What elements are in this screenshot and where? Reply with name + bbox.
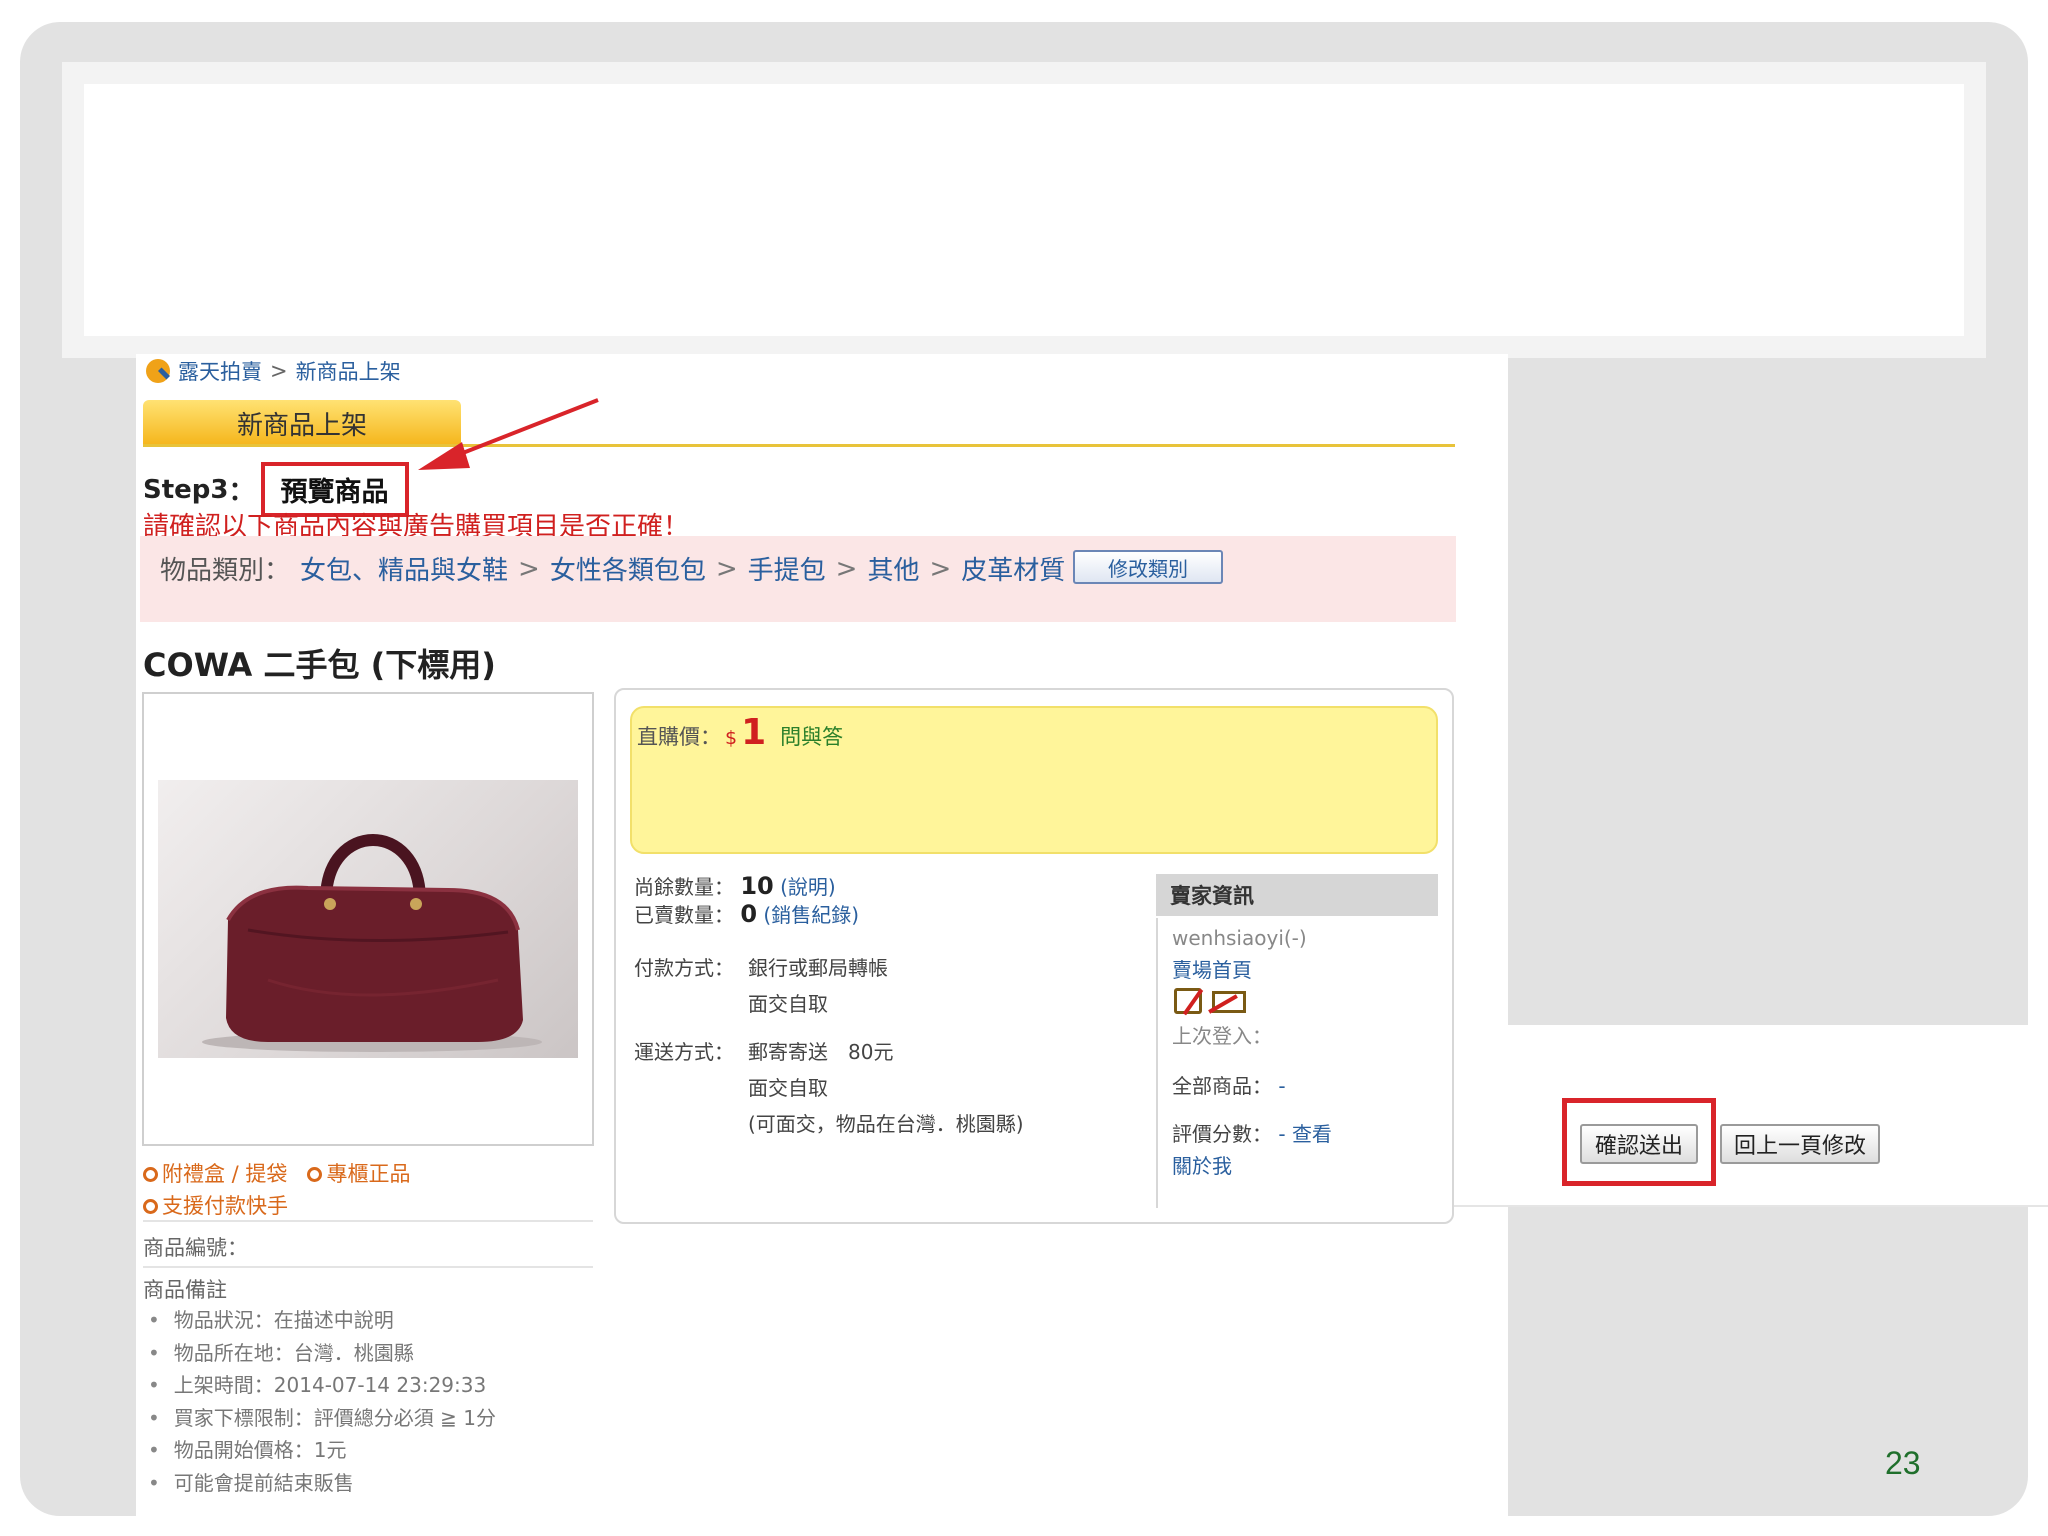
- step-colon: ：: [228, 477, 255, 507]
- category-link[interactable]: 女性各類包包: [550, 550, 706, 587]
- price-row: 直購價： $ 1 問與答: [637, 712, 843, 753]
- product-photo[interactable]: [158, 780, 578, 1058]
- shipping-options: 郵寄寄送 80元 面交自取 (可面交，物品在台灣．桃園縣): [748, 1034, 1024, 1142]
- product-title: COWA 二手包 (下標用): [143, 646, 496, 684]
- rating-view-link[interactable]: 查看: [1292, 1122, 1332, 1146]
- list-item: 物品狀況：在描述中說明: [148, 1304, 496, 1337]
- stock-info: 尚餘數量： 10 (說明) 已賣數量： 0 (銷售紀錄): [634, 873, 859, 929]
- category-link[interactable]: 皮革材質: [961, 550, 1065, 587]
- category-separator: >: [715, 553, 738, 584]
- sold-label: 已賣數量：: [634, 903, 734, 927]
- remaining-help-link[interactable]: (說明): [780, 875, 836, 899]
- breadcrumb-current-link[interactable]: 新商品上架: [296, 356, 401, 386]
- seller-info: wenhsiaoyi(-) 賣場首頁 上次登入： 全部商品： - 評價分數： -…: [1172, 922, 1332, 1182]
- tag-dot-icon: [307, 1167, 323, 1182]
- shipping-option: 郵寄寄送 80元: [748, 1040, 894, 1064]
- tag-dot-icon: [143, 1167, 158, 1182]
- payment-label: 付款方式：: [634, 956, 734, 980]
- seller-divider: [1156, 918, 1158, 1208]
- category-path: 物品類別： 女包、精品與女鞋 > 女性各類包包 > 手提包 > 其他 > 皮革材…: [160, 550, 1065, 587]
- seller-spacer: [1172, 1102, 1332, 1118]
- category-separator: >: [929, 553, 952, 584]
- breadcrumb-home-link[interactable]: 露天拍賣: [178, 356, 262, 386]
- list-item: 物品所在地：台灣．桃園縣: [148, 1337, 496, 1370]
- list-item: 買家下標限制：評價總分必須 ≧ 1分: [148, 1402, 496, 1435]
- list-item: 可能會提前結束販售: [148, 1467, 496, 1500]
- last-login-label: 上次登入：: [1172, 1024, 1272, 1048]
- remaining-label: 尚餘數量：: [634, 875, 734, 899]
- slide-page-number: 23: [1885, 1445, 1921, 1481]
- tag-authentic[interactable]: 專櫃正品: [326, 1162, 410, 1186]
- payment-options: 銀行或郵局轉帳 面交自取: [748, 950, 888, 1022]
- product-id-label: 商品編號：: [143, 1236, 248, 1260]
- search-icon: [146, 359, 170, 383]
- sales-record-link[interactable]: (銷售紀錄): [763, 903, 859, 927]
- breadcrumb: 露天拍賣 > 新商品上架: [146, 356, 401, 386]
- price-value: 1: [741, 712, 767, 753]
- category-label: 物品類別：: [160, 556, 291, 586]
- back-edit-button[interactable]: 回上一頁修改: [1720, 1124, 1880, 1164]
- edit-category-button[interactable]: 修改類別: [1073, 550, 1223, 584]
- seller-info-header: 賣家資訊: [1156, 874, 1438, 916]
- step-prefix: Step3: [143, 474, 229, 505]
- payment-option: 銀行或郵局轉帳: [748, 956, 888, 980]
- seller-contact-icons: [1174, 988, 1246, 1014]
- tag-quick-pay[interactable]: 支援付款快手: [162, 1194, 288, 1218]
- sold-value: 0: [740, 900, 758, 928]
- rating-value: -: [1278, 1122, 1286, 1146]
- annotation-arrow-icon: [418, 398, 599, 470]
- edit-note-icon[interactable]: [1174, 988, 1202, 1014]
- tab-underline: [143, 444, 1455, 447]
- list-item: 物品開始價格：1元: [148, 1434, 496, 1467]
- remaining-value: 10: [740, 872, 774, 900]
- category-link[interactable]: 女包、精品與女鞋: [300, 550, 508, 587]
- confirm-submit-button[interactable]: 確認送出: [1580, 1124, 1698, 1164]
- divider: [143, 1220, 593, 1222]
- divider: [143, 1266, 593, 1268]
- all-items-label: 全部商品：: [1172, 1074, 1272, 1098]
- price-currency: $: [725, 727, 738, 749]
- product-notes-list: 物品狀況：在描述中說明 物品所在地：台灣．桃園縣 上架時間：2014-07-14…: [148, 1304, 496, 1499]
- seller-store-link[interactable]: 賣場首頁: [1172, 954, 1332, 986]
- shipping-option: (可面交，物品在台灣．桃園縣): [748, 1112, 1024, 1136]
- seller-name[interactable]: wenhsiaoyi(-): [1172, 922, 1332, 954]
- screenshot-action-strip: [1444, 1025, 2048, 1207]
- shipping-option: 面交自取: [748, 1076, 828, 1100]
- all-items-value: -: [1278, 1074, 1286, 1098]
- seller-spacer: [1172, 1052, 1332, 1070]
- category-link[interactable]: 手提包: [748, 550, 826, 587]
- product-tags: 附禮盒 / 提袋 專櫃正品 支援付款快手: [143, 1158, 410, 1222]
- payment-option: 面交自取: [748, 992, 828, 1016]
- category-link[interactable]: 其他: [867, 550, 919, 587]
- rating-label: 評價分數：: [1172, 1122, 1272, 1146]
- about-me-link[interactable]: 關於我: [1172, 1150, 1332, 1182]
- tag-gift-box[interactable]: 附禮盒 / 提袋: [162, 1162, 287, 1186]
- category-separator: >: [518, 553, 540, 584]
- list-item: 上架時間：2014-07-14 23:29:33: [148, 1369, 496, 1402]
- mail-icon[interactable]: [1212, 991, 1246, 1013]
- slide-title-placeholder: [84, 84, 1964, 336]
- price-label: 直購價：: [637, 725, 721, 749]
- breadcrumb-separator: >: [270, 359, 288, 383]
- category-separator: >: [835, 553, 858, 584]
- shipping-label: 運送方式：: [634, 1040, 734, 1064]
- tag-dot-icon: [143, 1199, 158, 1214]
- qa-link[interactable]: 問與答: [780, 721, 843, 751]
- product-notes-title: 商品備註: [143, 1278, 227, 1302]
- handbag-icon: [202, 834, 542, 1052]
